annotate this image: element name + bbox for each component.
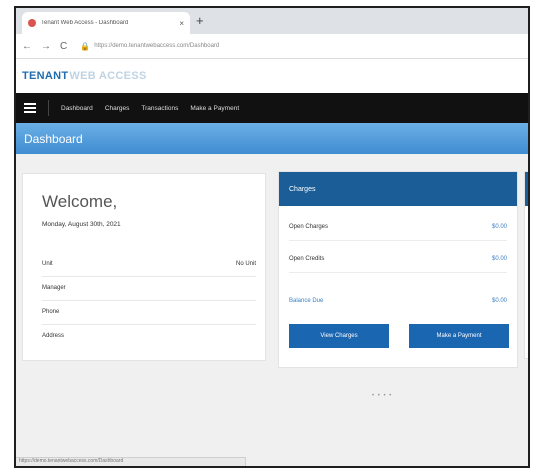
open-credits-row: Open Credits $0.00 bbox=[289, 246, 507, 273]
welcome-title: Welcome, bbox=[42, 192, 118, 211]
balance-due-row: Balance Due $0.00 bbox=[289, 288, 507, 314]
tab-title: Tenant Web Access - Dashboard bbox=[41, 20, 129, 26]
open-charges-label: Open Charges bbox=[289, 224, 329, 230]
info-label: Unit bbox=[42, 261, 53, 267]
open-charges-value[interactable]: $0.00 bbox=[492, 224, 507, 230]
current-date: Monday, August 30th, 2021 bbox=[42, 221, 121, 228]
new-tab-button[interactable]: + bbox=[196, 13, 204, 28]
balance-due-label[interactable]: Balance Due bbox=[289, 298, 323, 304]
favicon-icon bbox=[28, 19, 36, 27]
info-row-unit: Unit No Unit bbox=[42, 252, 256, 277]
make-payment-button[interactable]: Make a Payment bbox=[409, 324, 509, 348]
forward-icon[interactable]: → bbox=[41, 41, 51, 52]
charges-title: Charges bbox=[289, 185, 316, 193]
open-credits-value[interactable]: $0.00 bbox=[492, 256, 507, 262]
info-row-manager: Manager bbox=[42, 276, 256, 301]
address-bar: ← → C 🔒 https://demo.tenantwebaccess.com… bbox=[16, 34, 528, 59]
back-icon[interactable]: ← bbox=[22, 41, 32, 52]
info-label: Phone bbox=[42, 309, 60, 315]
open-credits-label: Open Credits bbox=[289, 256, 325, 262]
info-value: No Unit bbox=[235, 261, 256, 267]
hamburger-menu-icon[interactable] bbox=[24, 101, 36, 115]
reload-icon[interactable]: C bbox=[60, 41, 67, 52]
welcome-card: Welcome, Monday, August 30th, 2021 Unit … bbox=[22, 173, 266, 361]
logo-primary: TENANT bbox=[22, 70, 69, 82]
charges-header: Charges bbox=[279, 172, 517, 206]
status-bar: https://demo.tenantwebaccess.com/Dashboa… bbox=[16, 457, 246, 466]
info-label: Manager bbox=[42, 285, 66, 291]
view-charges-button[interactable]: View Charges bbox=[289, 324, 389, 348]
browser-tab[interactable]: Tenant Web Access - Dashboard × bbox=[22, 12, 190, 34]
site-logo[interactable]: TENANT WEB ACCESS bbox=[16, 59, 528, 93]
page-title: Dashboard bbox=[24, 131, 83, 146]
browser-window: Tenant Web Access - Dashboard × + ← → C … bbox=[14, 6, 530, 468]
open-charges-row: Open Charges $0.00 bbox=[289, 214, 507, 241]
partial-card bbox=[524, 171, 528, 359]
info-row-address: Address bbox=[42, 324, 256, 348]
nav-charges[interactable]: Charges bbox=[105, 105, 130, 112]
partial-card-header bbox=[525, 172, 528, 206]
balance-due-value: $0.00 bbox=[491, 298, 507, 304]
main-nav: Dashboard Charges Transactions Make a Pa… bbox=[16, 93, 528, 123]
logo-secondary: WEB ACCESS bbox=[69, 70, 147, 82]
charges-card: Charges Open Charges $0.00 Open Credits … bbox=[278, 171, 518, 368]
url-field[interactable]: https://demo.tenantwebaccess.com/Dashboa… bbox=[94, 43, 219, 49]
nav-divider bbox=[48, 100, 49, 116]
close-tab-icon[interactable]: × bbox=[179, 19, 184, 28]
lock-icon: 🔒 bbox=[80, 41, 91, 51]
nav-dashboard[interactable]: Dashboard bbox=[61, 105, 93, 112]
footer-dots: • • • • bbox=[372, 393, 393, 399]
tab-strip: Tenant Web Access - Dashboard × + bbox=[16, 8, 528, 34]
nav-make-payment[interactable]: Make a Payment bbox=[190, 105, 239, 112]
page-title-banner: Dashboard bbox=[16, 123, 528, 154]
info-label: Address bbox=[42, 333, 65, 339]
info-row-phone: Phone bbox=[42, 300, 256, 325]
nav-transactions[interactable]: Transactions bbox=[141, 105, 178, 112]
